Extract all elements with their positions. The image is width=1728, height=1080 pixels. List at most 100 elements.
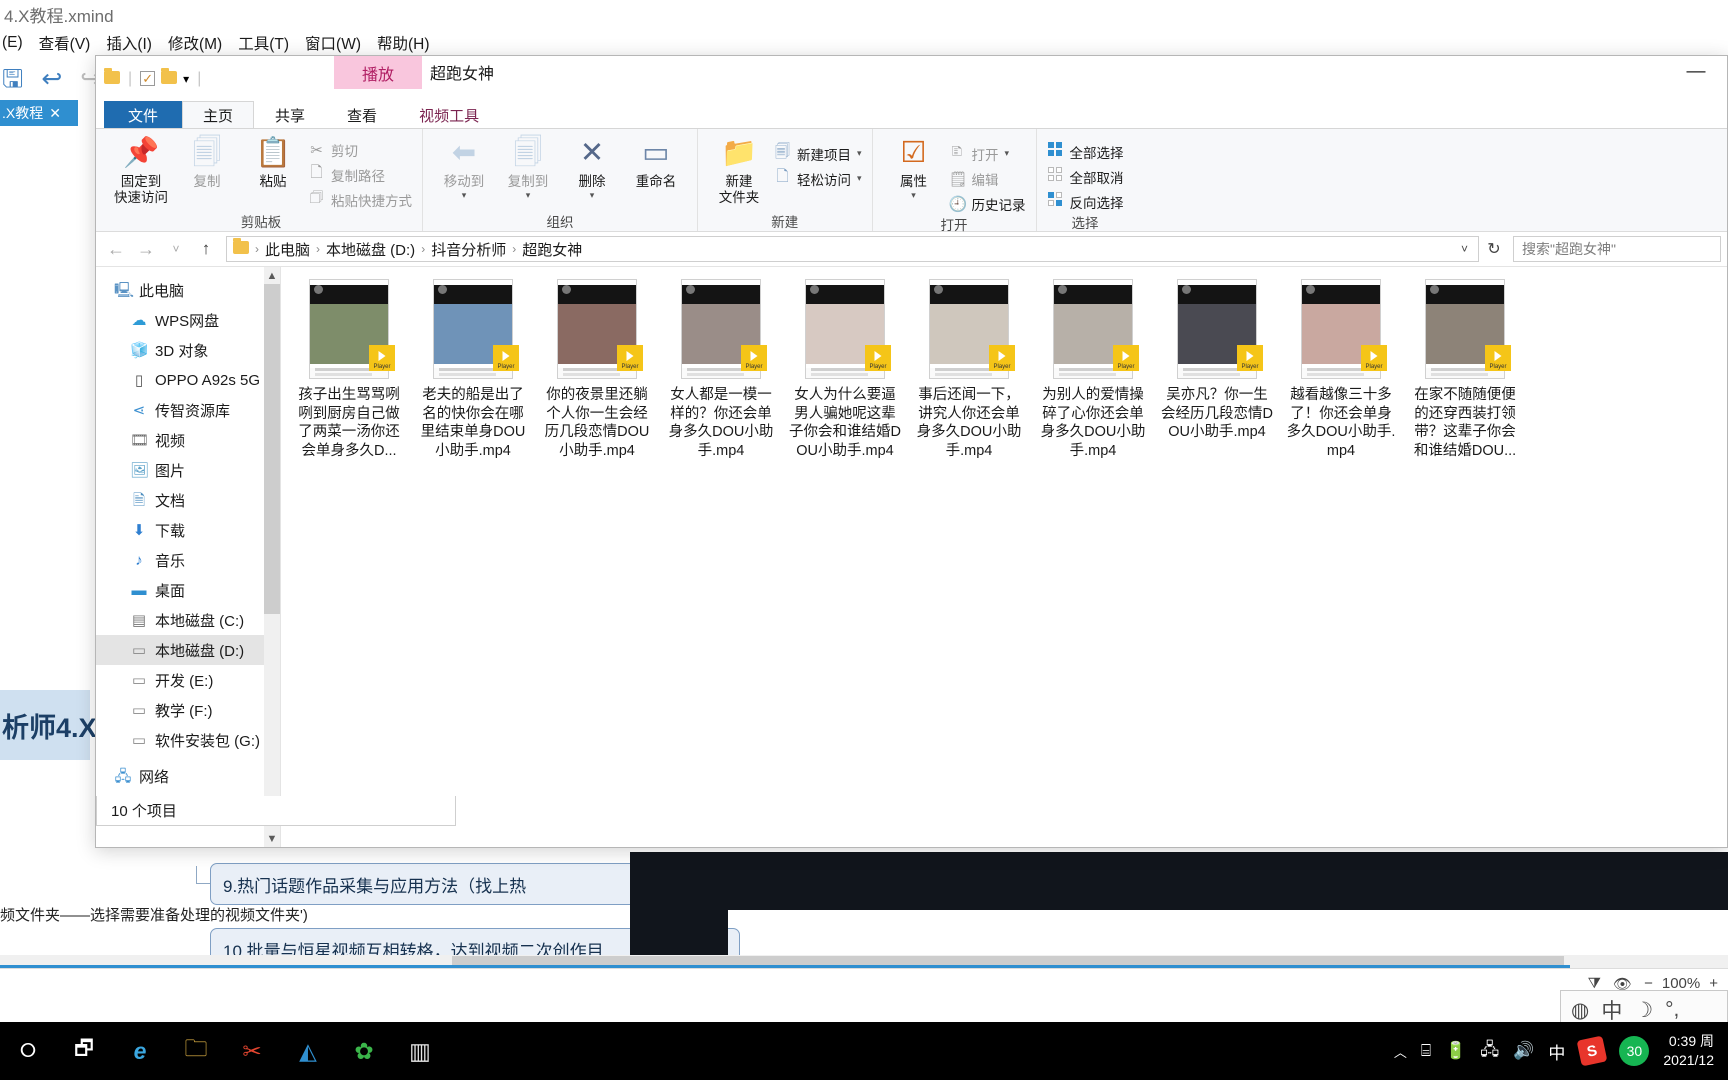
sidebar-item-drive-f[interactable]: ▭ 教学 (F:) [96, 695, 280, 725]
sidebar-item-drive-g[interactable]: ▭ 软件安装包 (G:) [96, 725, 280, 755]
task-view-icon[interactable]: 🗗 [56, 1022, 112, 1080]
ime-punctuation-icon[interactable]: °, [1665, 998, 1679, 1022]
app-red-icon[interactable]: ✂ [224, 1022, 280, 1080]
select-all-button[interactable]: 全部选择 [1047, 141, 1124, 162]
file-explorer-icon[interactable]: 🗀 [168, 1022, 224, 1080]
invert-selection-button[interactable]: 反向选择 [1047, 191, 1124, 212]
recent-locations-button[interactable]: ˅ [162, 235, 190, 263]
edit-button[interactable]: 🗒 编辑 [949, 168, 1026, 189]
copy-to-button[interactable]: 🗐 复制到 ▾ [497, 135, 559, 201]
file-thumbnail[interactable]: Player [675, 279, 767, 379]
menu-item-insert[interactable]: 插入(I) [106, 32, 152, 54]
close-icon[interactable]: ✕ [49, 105, 61, 122]
chevron-down-icon[interactable]: ▾ [857, 148, 862, 159]
refresh-button[interactable]: ↻ [1481, 236, 1507, 262]
breadcrumb-item-this-pc[interactable]: 此电脑 [262, 239, 313, 260]
notification-counter-badge[interactable]: 30 [1619, 1036, 1650, 1066]
chevron-down-icon[interactable]: ▾ [1005, 148, 1010, 159]
ime-moon-icon[interactable]: ☽ [1634, 998, 1653, 1023]
sidebar-item-drive-c[interactable]: ▤ 本地磁盘 (C:) [96, 605, 280, 635]
battery-icon[interactable]: 🔋 [1445, 1041, 1466, 1061]
file-thumbnail[interactable]: Player [427, 279, 519, 379]
app-blue-icon[interactable]: ◭ [280, 1022, 336, 1080]
file-item[interactable]: Player 在家不随随便便的还穿西装打领带？这辈子你会和谁结婚DOU... [1403, 279, 1527, 460]
file-item[interactable]: Player 女人为什么要逼男人骗她呢这辈子你会和谁结婚DOU小助手.mp4 [783, 279, 907, 460]
cut-button[interactable]: ✂ 剪切 [308, 139, 412, 160]
back-button[interactable]: ← [102, 235, 130, 263]
sidebar-item-oppo-phone[interactable]: ▯ OPPO A92s 5G [96, 365, 280, 395]
file-item[interactable]: Player 孩子出生骂骂咧咧到厨房自己做了两菜一汤你还会单身多久D... [287, 279, 411, 460]
forward-button[interactable]: → [132, 235, 160, 263]
ime-mode-label[interactable]: 中 [1601, 995, 1622, 1025]
tab-video-tools[interactable]: 视频工具 [398, 101, 500, 128]
minimize-button[interactable]: — [1673, 56, 1719, 88]
save-icon[interactable]: 🖫 [2, 66, 23, 92]
pin-to-quick-access-button[interactable]: 📌 固定到 快速访问 [110, 135, 172, 206]
paste-button[interactable]: 📋 粘贴 [242, 135, 304, 190]
file-thumbnail[interactable]: Player [923, 279, 1015, 379]
sidebar-item-this-pc[interactable]: 🖳 此电脑 [96, 275, 280, 305]
menu-item-modify[interactable]: 修改(M) [168, 32, 222, 54]
tab-home[interactable]: 主页 [182, 101, 255, 128]
sidebar-item-drive-e[interactable]: ▭ 开发 (E:) [96, 665, 280, 695]
scrollbar-thumb[interactable] [264, 284, 280, 614]
sidebar-item-videos[interactable]: 🎞 视频 [96, 425, 280, 455]
menu-item-tools[interactable]: 工具(T) [238, 32, 289, 54]
sidebar-item-documents[interactable]: 🗎 文档 [96, 485, 280, 515]
open-button[interactable]: 🗈 打开 ▾ [949, 143, 1026, 164]
menu-item-edit[interactable]: (E) [2, 34, 23, 52]
delete-button[interactable]: ✕ 删除 ▾ [561, 135, 623, 201]
chevron-down-icon[interactable]: ▾ [590, 190, 595, 201]
undo-icon[interactable]: ↩ [41, 66, 62, 92]
file-thumbnail[interactable]: Player [1047, 279, 1139, 379]
sidebar-item-desktop[interactable]: ▬ 桌面 [96, 575, 280, 605]
search-input[interactable]: 搜索"超跑女神" [1513, 236, 1721, 262]
file-thumbnail[interactable]: Player [1171, 279, 1263, 379]
file-thumbnail[interactable]: Player [1295, 279, 1387, 379]
folder-icon[interactable] [161, 68, 178, 89]
new-item-button[interactable]: 🗐 新建项目 ▾ [774, 143, 862, 164]
menu-item-window[interactable]: 窗口(W) [305, 32, 361, 54]
properties-button[interactable]: ☑ 属性 ▾ [883, 135, 945, 201]
ime-logo-icon[interactable]: ◍ [1571, 998, 1589, 1023]
file-item[interactable]: Player 女人都是一模一样的？你还会单身多久DOU小助手.mp4 [659, 279, 783, 460]
app-green-icon[interactable]: ✿ [336, 1022, 392, 1080]
sogou-input-icon[interactable]: S [1576, 1035, 1608, 1067]
breadcrumb-item-drive-d[interactable]: 本地磁盘 (D:) [323, 239, 418, 260]
folder-icon[interactable] [104, 68, 120, 89]
sidebar-item-pictures[interactable]: 🖼 图片 [96, 455, 280, 485]
scroll-up-icon[interactable]: ▲ [267, 267, 278, 284]
menu-item-view[interactable]: 查看(V) [39, 32, 91, 54]
edge-browser-icon[interactable]: e [112, 1022, 168, 1080]
chevron-down-icon[interactable]: ▾ [183, 72, 189, 86]
clock[interactable]: 0:39 周 2021/12 [1663, 1032, 1714, 1070]
file-thumbnail[interactable]: Player [551, 279, 643, 379]
history-button[interactable]: 🕘 历史记录 [949, 193, 1026, 214]
file-item[interactable]: Player 为别人的爱情操碎了心你还会单身多久DOU小助手.mp4 [1031, 279, 1155, 460]
breadcrumb-dropdown-icon[interactable]: ˅ [1461, 242, 1472, 256]
file-thumbnail[interactable]: Player [303, 279, 395, 379]
app-chart-icon[interactable]: ▥ [392, 1022, 448, 1080]
file-item[interactable]: Player 老夫的船是出了名的快你会在哪里结束单身DOU小助手.mp4 [411, 279, 535, 460]
scrollbar-track[interactable] [264, 284, 280, 830]
sidebar-item-downloads[interactable]: ⬇ 下载 [96, 515, 280, 545]
chevron-down-icon[interactable]: ▾ [911, 190, 916, 201]
new-folder-button[interactable]: 📁 新建 文件夹 [708, 135, 770, 206]
file-list-pane[interactable]: Player 孩子出生骂骂咧咧到厨房自己做了两菜一汤你还会单身多久D... Pl… [281, 267, 1727, 847]
breadcrumb-item-current[interactable]: 超跑女神 [519, 239, 585, 260]
chevron-down-icon[interactable]: ▾ [462, 190, 467, 201]
copy-path-button[interactable]: 🗋 复制路径 [308, 164, 412, 185]
show-hidden-icons-icon[interactable]: ︿ [1394, 1042, 1407, 1061]
tab-view[interactable]: 查看 [326, 101, 398, 128]
paste-shortcut-button[interactable]: 🗇 粘贴快捷方式 [308, 189, 412, 210]
menu-item-help[interactable]: 帮助(H) [377, 32, 430, 54]
copy-button[interactable]: 🗐 复制 [176, 135, 238, 190]
file-thumbnail[interactable]: Player [1419, 279, 1511, 379]
xmind-document-tab[interactable]: .X教程 ✕ [0, 100, 78, 126]
tab-share[interactable]: 共享 [254, 101, 326, 128]
scroll-down-icon[interactable]: ▼ [267, 830, 278, 847]
breadcrumb[interactable]: › 此电脑 › 本地磁盘 (D:) › 抖音分析师 › 超跑女神 ˅ [226, 236, 1479, 262]
usb-icon[interactable]: ⌸ [1421, 1041, 1431, 1061]
file-item[interactable]: Player 越看越像三十多了！你还会单身多久DOU小助手.mp4 [1279, 279, 1403, 460]
file-item[interactable]: Player 你的夜景里还躺个人你一生会经历几段恋情DOU小助手.mp4 [535, 279, 659, 460]
